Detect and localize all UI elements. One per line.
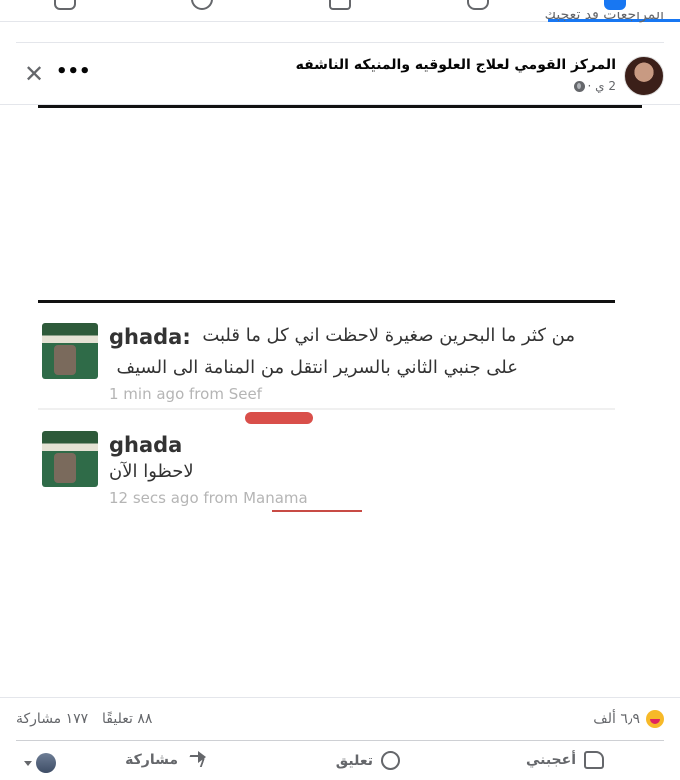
- share-icon: [186, 751, 206, 769]
- people-icon[interactable]: [467, 0, 489, 10]
- comment-icon: [381, 751, 400, 770]
- post-image[interactable]: ghada: من كثر ما البحرين صغيرة لاحظت اني…: [0, 105, 680, 697]
- share-button[interactable]: مشاركة: [125, 751, 206, 769]
- action-bar: أعجبني تعليق مشاركة: [16, 740, 664, 780]
- page-avatar[interactable]: [624, 56, 664, 96]
- user-avatar: [36, 753, 56, 773]
- tweet-card: ghada: من كثر ما البحرين صغيرة لاحظت اني…: [38, 305, 615, 424]
- comment-label: تعليق: [335, 752, 373, 769]
- like-button[interactable]: أعجبني: [526, 751, 604, 769]
- tweet-time: 12 secs ago from Manama: [109, 489, 308, 507]
- tweet-text-line: على جنبي الثاني بالسرير انتقل من المنامة…: [116, 357, 518, 378]
- tweet-card: ghada لاحظوا الآن 12 secs ago from Manam…: [38, 423, 615, 523]
- tweet-avatar: [42, 323, 98, 379]
- image-rule: [38, 300, 615, 303]
- globe-icon: [573, 80, 585, 92]
- chevron-down-icon: [24, 760, 32, 766]
- comment-button[interactable]: تعليق: [336, 751, 400, 770]
- reaction-summary[interactable]: ٦٫٩ ألف: [593, 710, 664, 728]
- tweet-author: ghada:: [109, 325, 191, 349]
- post-time[interactable]: 2 ي ·: [588, 79, 616, 93]
- tweet-avatar: [42, 431, 98, 487]
- reactions-bar: ٦٫٩ ألف ٨٨ تعليقًا ١٧٧ مشاركة: [0, 697, 680, 741]
- tweet-text-line: من كثر ما البحرين صغيرة لاحظت اني كل ما …: [202, 325, 575, 346]
- comment-count-link[interactable]: ٨٨ تعليقًا: [102, 711, 152, 727]
- post-header: ✕ ••• المركز القومي لعلاج العلوقيه والمن…: [0, 42, 680, 105]
- tweet-author: ghada: [109, 433, 183, 457]
- truncated-header-text: المراجعات قد تعجبك: [544, 12, 664, 23]
- share-label: مشاركة: [125, 752, 178, 768]
- home-icon[interactable]: [54, 0, 76, 10]
- divider: [16, 42, 664, 43]
- red-underline-mark: [272, 510, 362, 512]
- share-count-link[interactable]: ١٧٧ مشاركة: [16, 711, 88, 727]
- thumbs-up-icon: [584, 751, 604, 769]
- close-button[interactable]: ✕: [22, 62, 46, 86]
- facebook-icon[interactable]: [604, 0, 626, 10]
- page-name-link[interactable]: المركز القومي لعلاج العلوقيه والمنيكه ال…: [296, 57, 616, 73]
- haha-reaction-icon: [646, 710, 664, 728]
- post-meta: 2 ي ·: [573, 79, 616, 93]
- tweet-time: 1 min ago from Seef: [109, 385, 262, 403]
- marketplace-icon[interactable]: [329, 0, 351, 10]
- video-icon[interactable]: [191, 0, 213, 10]
- reaction-count: ٦٫٩ ألف: [593, 711, 640, 727]
- account-switcher[interactable]: [24, 753, 56, 773]
- tweet-text-line: لاحظوا الآن: [109, 461, 194, 482]
- image-rule: [38, 105, 642, 108]
- like-label: أعجبني: [525, 752, 576, 768]
- more-options-button[interactable]: •••: [56, 58, 91, 86]
